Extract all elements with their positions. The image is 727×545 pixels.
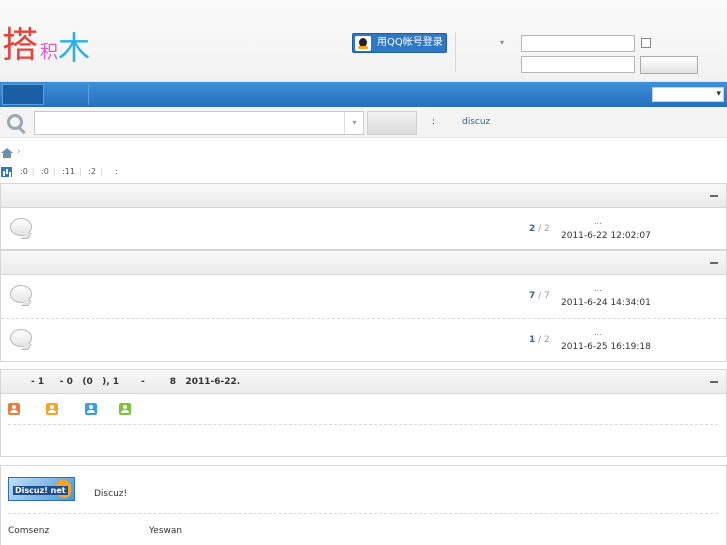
username-input[interactable]: [521, 35, 635, 52]
search-icon: [7, 114, 23, 130]
friend-link-yeswan[interactable]: Yeswan: [149, 526, 182, 536]
discuz-link-desc[interactable]: Discuz!: [94, 489, 127, 499]
header-divider: [455, 32, 456, 72]
login-type-dropdown-icon[interactable]: ▾: [500, 38, 504, 47]
links-divider: [8, 513, 718, 514]
qq-login-button[interactable]: 用QQ帐号登录: [352, 33, 447, 53]
last-post-title[interactable]: ...: [594, 328, 602, 337]
forum-bubble-icon[interactable]: [10, 218, 32, 236]
online-users-title: - 1 - 0 (0 ), 1 - 8 2011-6-22.: [31, 377, 241, 387]
collapse-icon[interactable]: [710, 381, 718, 383]
stat-members: 2: [90, 167, 97, 176]
last-post-time[interactable]: 2011-6-22 12:02:07: [561, 231, 651, 241]
online-divider: [8, 424, 718, 425]
forum-counts: 1 / 2: [529, 335, 550, 345]
nav-item-2[interactable]: [46, 84, 89, 105]
category-body: 2 / 2 ... 2011-6-22 12:02:07: [0, 208, 727, 250]
discuz-logo-link[interactable]: Discuz! net: [8, 477, 75, 501]
forum-row: 7 / 7 ... 2011-6-24 14:34:01: [1, 275, 726, 317]
member-user-icon: [85, 403, 97, 415]
forum-bubble-icon[interactable]: [10, 329, 32, 347]
collapse-icon[interactable]: [710, 195, 718, 197]
forum-bubble-icon[interactable]: [10, 285, 32, 303]
category-body: 7 / 7 ... 2011-6-24 14:34:01 1 / 2 ... 2…: [0, 275, 727, 362]
friend-link-comsenz[interactable]: Comsenz: [8, 526, 49, 536]
collapse-icon[interactable]: [710, 262, 718, 264]
nav-item-home[interactable]: [2, 84, 44, 105]
login-button[interactable]: [640, 56, 698, 74]
online-users-header[interactable]: - 1 - 0 (0 ), 1 - 8 2011-6-22.: [0, 369, 727, 394]
last-post-title[interactable]: ...: [594, 217, 602, 226]
logo-char-1: 搭: [2, 25, 39, 66]
nav-select-dropdown[interactable]: [652, 87, 724, 102]
logo-char-3: 木: [58, 29, 91, 67]
home-icon[interactable]: [1, 148, 13, 158]
online-users-body: [0, 394, 727, 457]
qq-login-label: 用QQ帐号登录: [377, 37, 443, 48]
forum-counts: 2 / 2: [529, 224, 550, 234]
last-post-time[interactable]: 2011-6-25 16:19:18: [561, 342, 651, 352]
remember-me-checkbox[interactable]: [641, 38, 651, 48]
forum-stats: :0 | :0 | :11 | :2 | :: [20, 167, 118, 176]
forum-row: 2 / 2 ... 2011-6-22 12:02:07: [1, 208, 726, 250]
search-button[interactable]: [367, 111, 417, 135]
logo-char-2: 积: [40, 42, 58, 63]
moderator-user-icon: [46, 403, 58, 415]
breadcrumb-separator: ›: [17, 147, 21, 157]
category-header[interactable]: [0, 250, 727, 275]
stat-yesterday: 0: [43, 167, 49, 176]
stat-posts: 11: [64, 167, 75, 176]
forum-row: 1 / 2 ... 2011-6-25 16:19:18: [1, 318, 726, 360]
search-input[interactable]: [34, 111, 364, 135]
category-header[interactable]: [0, 183, 727, 208]
admin-user-icon: [8, 403, 20, 415]
hot-search-link[interactable]: discuz: [462, 117, 490, 127]
password-input[interactable]: [521, 56, 635, 73]
stats-chart-icon: [1, 167, 12, 177]
forum-counts: 7 / 7: [529, 291, 550, 301]
hot-search-label: :: [432, 117, 436, 127]
qq-penguin-icon: [355, 36, 371, 51]
last-post-title[interactable]: ...: [594, 284, 602, 293]
friend-links-box: [0, 465, 727, 545]
main-nav: [0, 82, 727, 107]
last-post-time[interactable]: 2011-6-24 14:34:01: [561, 298, 651, 308]
discuz-logo-text: Discuz! net: [13, 486, 68, 495]
search-type-dropdown[interactable]: ▾: [344, 112, 364, 134]
guest-user-icon: [119, 403, 131, 415]
page-header: 搭 积 木 用QQ帐号登录 ▾: [0, 0, 727, 82]
stat-today: 0: [22, 167, 28, 176]
